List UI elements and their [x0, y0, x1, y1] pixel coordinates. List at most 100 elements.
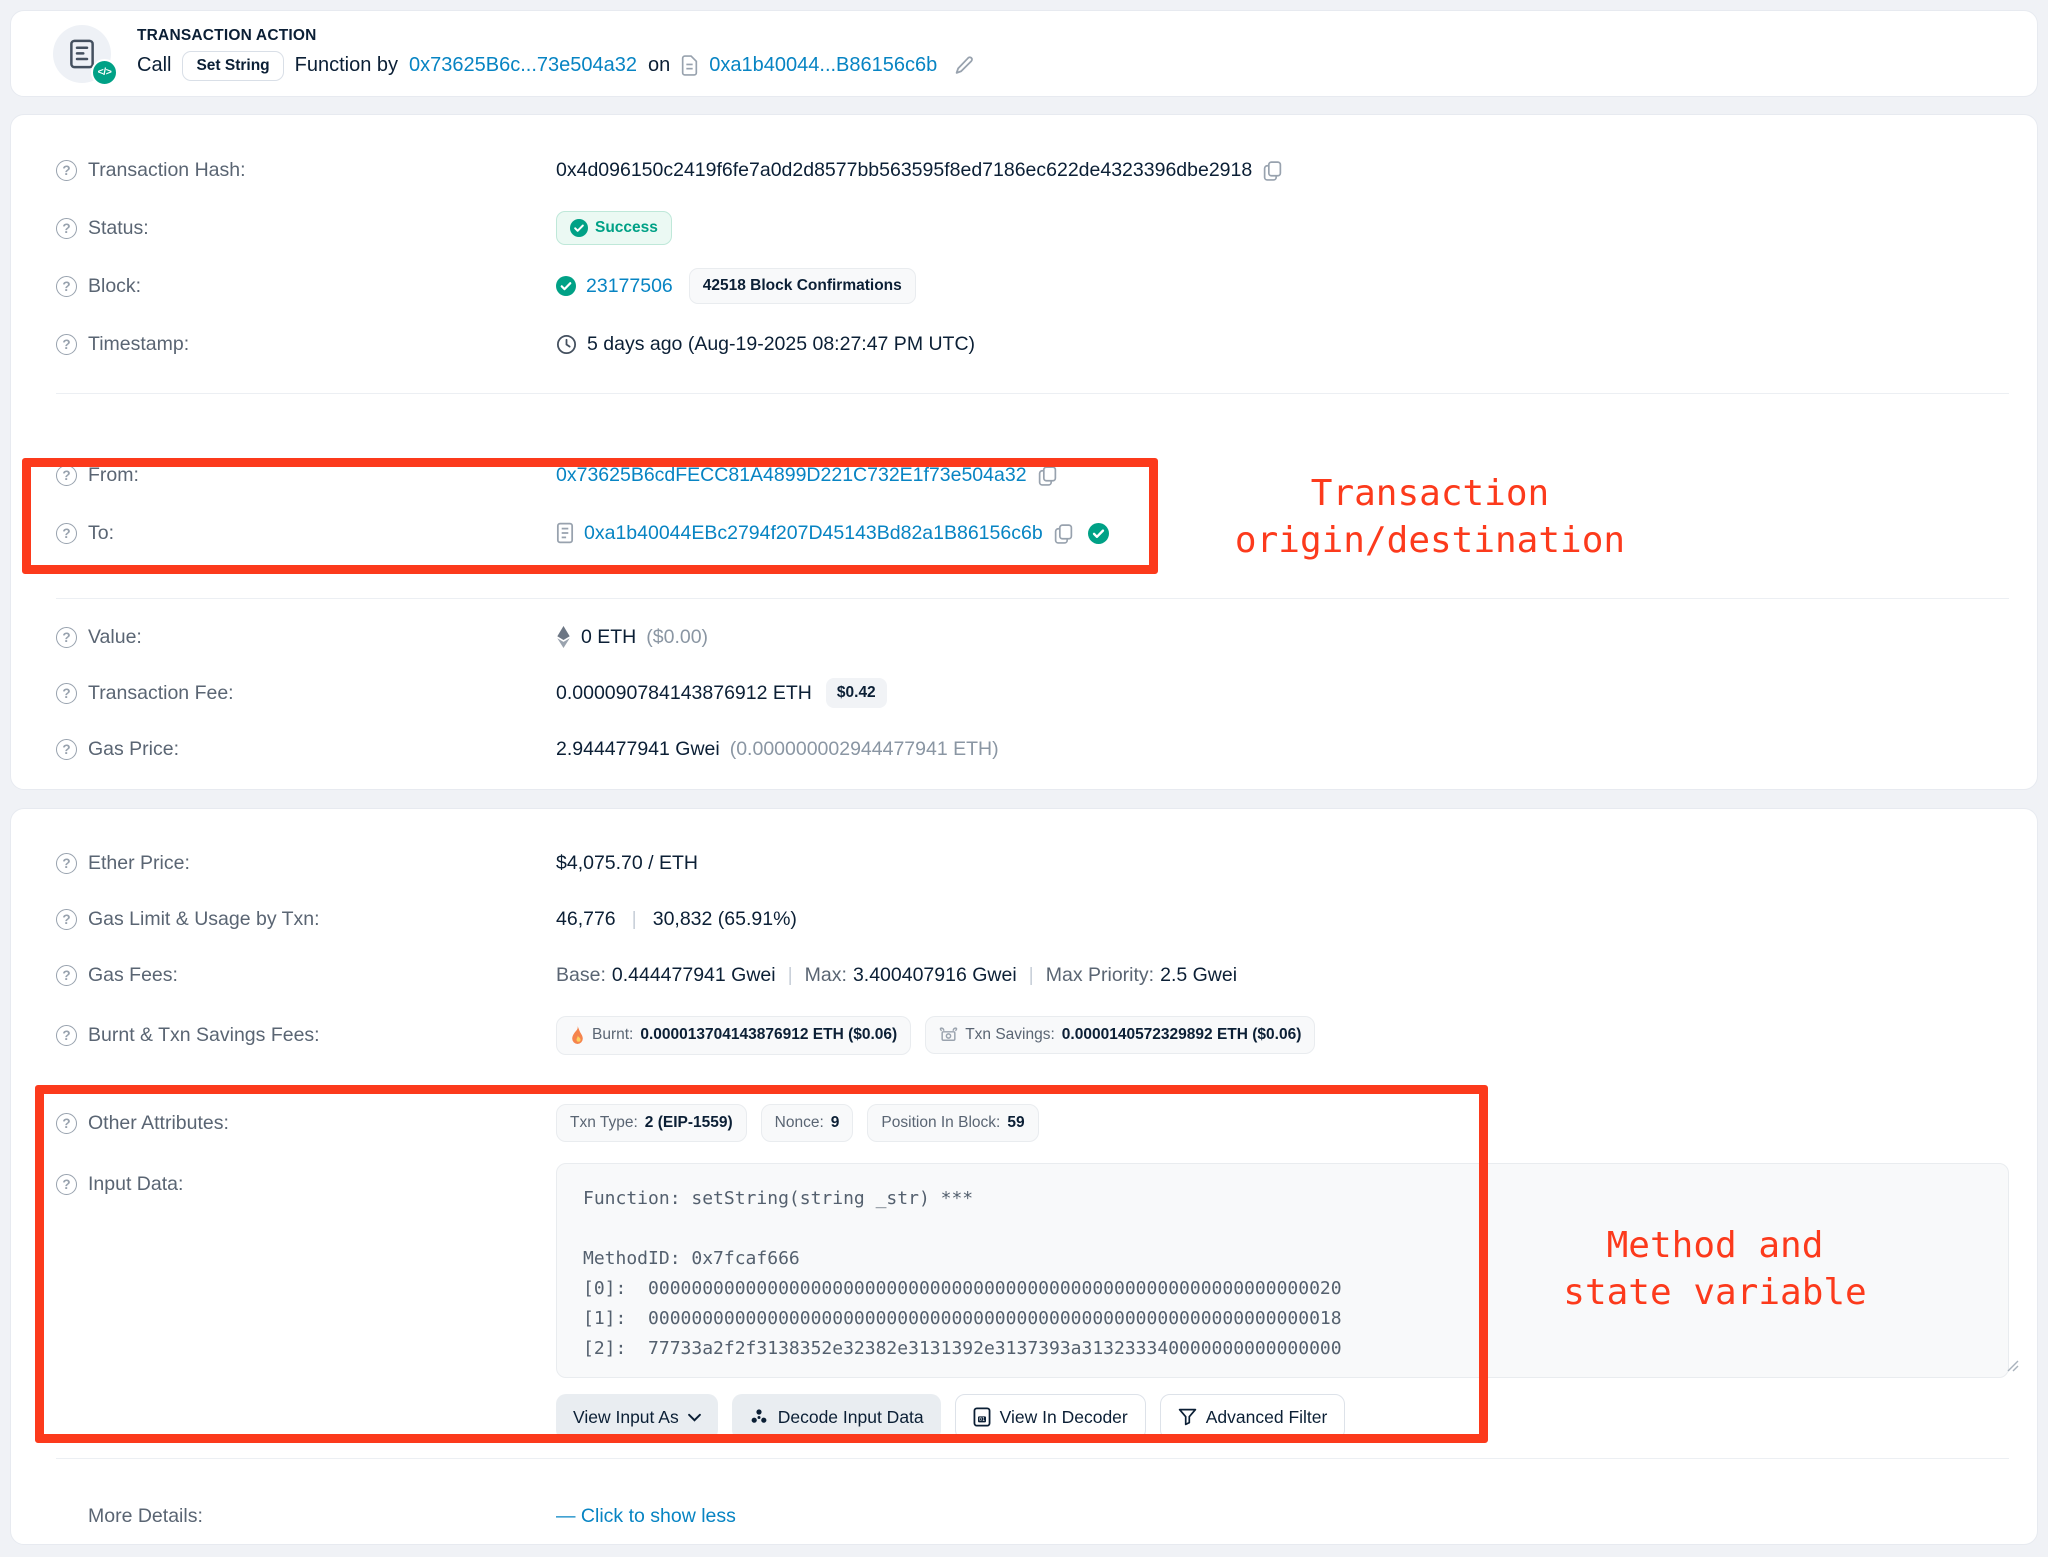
- copy-icon[interactable]: [1053, 523, 1074, 544]
- other-attributes-row: ? Other Attributes: Txn Type: 2 (EIP-155…: [56, 1091, 2009, 1155]
- ether-price-row: ? Ether Price: $4,075.70 / ETH: [56, 835, 2009, 891]
- function-by-label: Function by: [295, 54, 398, 77]
- edit-pencil-icon[interactable]: [954, 55, 975, 76]
- burnt-savings-row: ? Burnt & Txn Savings Fees: Burnt: 0.000…: [56, 1003, 2009, 1067]
- transaction-hash-value: 0x4d096150c2419f6fe7a0d2d8577bb563595f8e…: [556, 159, 1252, 182]
- gas-limit-value: 46,776: [556, 908, 616, 931]
- txn-savings-badge: Txn Savings: 0.0000140572329892 ETH ($0.…: [925, 1016, 1315, 1054]
- divider: [56, 598, 2009, 599]
- avatar: </>: [53, 25, 111, 83]
- timestamp-value: 5 days ago (Aug-19-2025 08:27:47 PM UTC): [587, 333, 975, 356]
- help-icon[interactable]: ?: [56, 965, 77, 986]
- gas-price-value: 2.944477941 Gwei: [556, 738, 720, 761]
- divider: [56, 1458, 2009, 1459]
- help-icon[interactable]: ?: [56, 1025, 77, 1046]
- verified-check-circle-icon: [1088, 523, 1109, 544]
- value-amount: 0 ETH: [581, 626, 636, 649]
- help-icon[interactable]: ?: [56, 523, 77, 544]
- on-label: on: [648, 54, 670, 77]
- copy-icon[interactable]: [1037, 465, 1058, 486]
- eth-diamond-icon: [556, 626, 571, 648]
- block-label: Block:: [88, 275, 141, 298]
- separator: |: [788, 964, 793, 987]
- block-number-link[interactable]: 23177506: [586, 275, 673, 298]
- help-icon[interactable]: ?: [56, 1174, 77, 1195]
- spinner-icon: [749, 1407, 769, 1427]
- gas-fees-label: Gas Fees:: [88, 964, 178, 987]
- base-fee-key: Base:: [556, 964, 606, 987]
- block-confirmations-badge: 42518 Block Confirmations: [689, 268, 916, 304]
- help-icon[interactable]: ?: [56, 160, 77, 181]
- check-circle-icon: [556, 276, 576, 296]
- position-in-block-badge: Position In Block: 59: [867, 1104, 1038, 1142]
- max-priority-value: 2.5 Gwei: [1160, 964, 1237, 987]
- filter-funnel-icon: [1178, 1408, 1197, 1426]
- clock-icon: [556, 334, 577, 355]
- burnt-key: Burnt:: [592, 1026, 633, 1044]
- txn-savings-value: 0.0000140572329892 ETH ($0.06): [1062, 1026, 1302, 1044]
- set-string-method-button[interactable]: Set String: [182, 51, 283, 81]
- more-details-row: More Details: — Click to show less: [56, 1487, 2009, 1545]
- copy-icon[interactable]: [1262, 160, 1283, 181]
- view-in-decoder-button[interactable]: 01 View In Decoder: [955, 1394, 1146, 1440]
- help-icon[interactable]: ?: [56, 739, 77, 760]
- ether-price-value: $4,075.70 / ETH: [556, 852, 698, 875]
- separator: |: [632, 908, 637, 931]
- help-icon[interactable]: ?: [56, 218, 77, 239]
- input-data-textarea[interactable]: Function: setString(string _str) *** Met…: [556, 1163, 2009, 1378]
- value-row: ? Value: 0 ETH ($0.00): [56, 609, 2009, 665]
- gas-usage-value: 30,832 (65.91%): [653, 908, 797, 931]
- code-badge-icon: </>: [91, 59, 118, 86]
- advanced-filter-button[interactable]: Advanced Filter: [1160, 1394, 1346, 1440]
- transaction-fee-value: 0.000090784143876912 ETH: [556, 682, 812, 705]
- input-data-label: Input Data:: [88, 1173, 183, 1196]
- position-key: Position In Block:: [881, 1114, 1000, 1132]
- gas-fees-row: ? Gas Fees: Base: 0.444477941 Gwei | Max…: [56, 947, 2009, 1003]
- to-address-short-link[interactable]: 0xa1b40044...B86156c6b: [709, 54, 937, 77]
- view-input-as-button[interactable]: View Input As: [556, 1394, 718, 1440]
- contract-file-icon: [681, 55, 698, 76]
- ether-price-label: Ether Price:: [88, 852, 190, 875]
- help-icon[interactable]: ?: [56, 465, 77, 486]
- nonce-key: Nonce:: [775, 1114, 824, 1132]
- help-icon[interactable]: ?: [56, 627, 77, 648]
- help-icon[interactable]: ?: [56, 1113, 77, 1134]
- resize-grip-icon[interactable]: [2005, 1358, 2019, 1372]
- position-value: 59: [1007, 1114, 1024, 1132]
- contract-file-icon: [556, 522, 574, 544]
- status-badge: Success: [556, 211, 672, 245]
- to-address-link[interactable]: 0xa1b40044EBc2794f207D45143Bd82a1B86156c…: [584, 522, 1043, 545]
- gas-limit-row: ? Gas Limit & Usage by Txn: 46,776 | 30,…: [56, 891, 2009, 947]
- from-address-link[interactable]: 0x73625B6cdFECC81A4899D221C732E1f73e504a…: [556, 464, 1027, 487]
- decode-input-data-button[interactable]: Decode Input Data: [732, 1394, 941, 1440]
- separator: |: [1029, 964, 1034, 987]
- to-label: To:: [88, 522, 114, 545]
- burnt-savings-label: Burnt & Txn Savings Fees:: [88, 1024, 320, 1047]
- help-icon[interactable]: ?: [56, 853, 77, 874]
- value-usd: ($0.00): [646, 626, 708, 649]
- transaction-fee-label: Transaction Fee:: [88, 682, 234, 705]
- flame-icon: [570, 1026, 585, 1045]
- input-data-row: ? Input Data: Function: setString(string…: [56, 1163, 2009, 1440]
- from-address-short-link[interactable]: 0x73625B6c...73e504a32: [409, 54, 637, 77]
- status-row: ? Status: Success: [56, 199, 2009, 257]
- transaction-fee-row: ? Transaction Fee: 0.000090784143876912 …: [56, 665, 2009, 721]
- transaction-details-card: ? Ether Price: $4,075.70 / ETH ? Gas Lim…: [10, 808, 2038, 1545]
- nonce-value: 9: [831, 1114, 840, 1132]
- page-title: TRANSACTION ACTION: [137, 27, 975, 45]
- to-row: ? To: 0xa1b40044EBc2794f207D45143Bd82a1B…: [56, 504, 2009, 562]
- help-icon[interactable]: ?: [56, 334, 77, 355]
- chevron-down-icon: [688, 1413, 701, 1422]
- call-label: Call: [137, 54, 171, 77]
- txn-savings-key: Txn Savings:: [965, 1026, 1055, 1044]
- show-less-link[interactable]: — Click to show less: [556, 1505, 736, 1528]
- contract-document-icon: [69, 39, 95, 69]
- help-icon[interactable]: ?: [56, 683, 77, 704]
- transaction-overview-card: ? Transaction Hash: 0x4d096150c2419f6fe7…: [10, 114, 2038, 790]
- timestamp-row: ? Timestamp: 5 days ago (Aug-19-2025 08:…: [56, 315, 2009, 373]
- help-icon[interactable]: ?: [56, 909, 77, 930]
- gas-price-row: ? Gas Price: 2.944477941 Gwei (0.0000000…: [56, 721, 2009, 777]
- help-icon[interactable]: ?: [56, 276, 77, 297]
- check-circle-icon: [570, 219, 588, 237]
- more-details-label: More Details:: [88, 1505, 203, 1528]
